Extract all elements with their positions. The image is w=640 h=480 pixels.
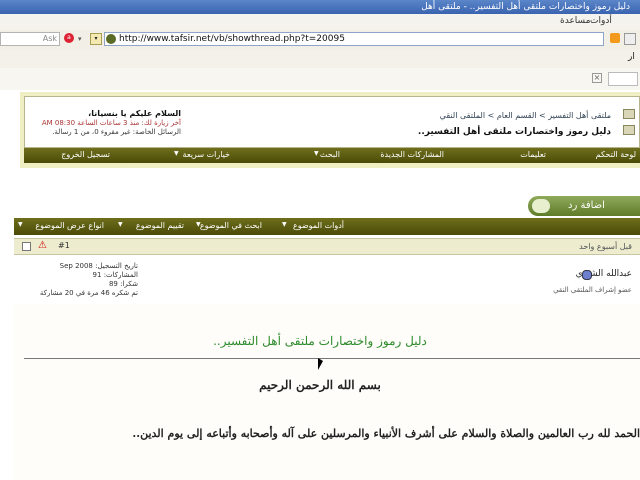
thread-tools-menu[interactable]: أدوات الموضوع — [293, 221, 344, 230]
user-stats: تاريخ التسجيل: Sep 2008 المشاركات: 91 شك… — [18, 262, 138, 298]
page-menu-icon[interactable] — [624, 33, 636, 45]
chevron-down-icon: ▼ — [314, 150, 319, 157]
links-toolbar: ار — [0, 49, 640, 69]
user-title: عضو إشراف الملتقى النقي — [553, 286, 632, 294]
search-thread-menu[interactable]: ابحث في الموضوع — [200, 221, 262, 230]
nav-quick-options[interactable]: خيارات سريعة — [183, 150, 230, 159]
tab-toolbar: × — [0, 68, 640, 91]
thread-title: دليل رموز واختصارات ملتقى أهل التفسير.. — [417, 127, 611, 137]
chevron-down-icon: ▼ — [174, 150, 179, 157]
last-visit: آخر زيارة لك: منذ 3 ساعات الساعة 08:30 A… — [41, 119, 181, 127]
post-body — [14, 304, 640, 480]
chevron-down-icon: ▼ — [118, 221, 123, 228]
join-date: تاريخ التسجيل: Sep 2008 — [59, 262, 138, 270]
reply-icon — [532, 199, 550, 213]
rate-thread-menu[interactable]: تقييم الموضوع — [136, 221, 184, 230]
nav-new-posts[interactable]: المشاركات الجديدة — [380, 150, 444, 159]
ask-search-input[interactable]: Ask — [0, 32, 60, 46]
post-count: المشاركات: 91 — [92, 271, 138, 279]
nav-logout[interactable]: تسجيل الخروج — [61, 150, 110, 159]
folder-icon — [623, 109, 635, 119]
thanked-count: تم شكره 46 مرة في 20 مشاركة — [39, 289, 138, 297]
nav-instructions[interactable]: تعليمات — [520, 150, 546, 159]
chevron-down-icon: ▼ — [282, 221, 287, 228]
select-checkbox[interactable] — [22, 242, 31, 251]
nav-search[interactable]: البحث — [320, 150, 340, 159]
nav-control-panel[interactable]: لوحة التحكم — [596, 150, 636, 159]
post-bismillah: بسم الله الرحمن الرحيم — [259, 378, 381, 392]
dropdown-icon[interactable]: ▾ — [90, 33, 102, 45]
mouse-cursor-icon — [318, 358, 323, 370]
report-icon[interactable]: ⚠ — [38, 240, 47, 251]
address-toolbar: Ask a ▾ ▾ http://www.tafsir.net/vb/showt… — [0, 30, 640, 50]
folder-open-icon — [623, 125, 635, 135]
window-title: دليل رموز واختصارات ملتقى أهل التفسير.. … — [0, 0, 640, 14]
post-paragraph: الحمد لله رب العالمين والصلاة والسلام عل… — [132, 427, 640, 440]
ask-logo-icon[interactable]: a — [64, 33, 74, 43]
chevron-down-icon: ▼ — [18, 221, 23, 228]
menu-tools[interactable]: أدوات — [590, 16, 612, 26]
thread-tools-bar: أدوات الموضوع ▼ ابحث في الموضوع ▼ تقييم … — [14, 218, 640, 235]
post-title: دليل رموز واختصارات ملتقى أهل التفسير.. — [213, 334, 427, 348]
post-date: قبل أسبوع واحد — [579, 242, 632, 251]
menu-bar: أدوات مساعدة — [0, 14, 640, 31]
rss-icon[interactable] — [610, 33, 620, 43]
close-icon[interactable]: × — [592, 73, 602, 83]
thanks-count: شكرا: 89 — [108, 280, 138, 288]
post-user-info: عبدالله الشتوي عضو إشراف الملتقى النقي ت… — [14, 256, 640, 304]
post-divider — [24, 358, 640, 359]
chevron-down-icon: ▼ — [196, 221, 201, 228]
address-input[interactable]: http://www.tafsir.net/vb/showthread.php?… — [104, 32, 604, 46]
welcome-text[interactable]: السلام عليكم يا بنسيانا، — [31, 109, 181, 118]
menu-help[interactable]: مساعدة — [560, 16, 590, 26]
post-header: ⚠ #1 قبل أسبوع واحد — [14, 238, 640, 255]
toolbar-label[interactable]: ار — [628, 52, 635, 62]
private-messages[interactable]: الرسائل الخاصة: غير مقروء 0، من 1 رسالة. — [31, 128, 181, 136]
site-favicon-icon — [106, 34, 116, 44]
post-number-icon[interactable]: #1 — [58, 241, 70, 250]
online-status-icon — [582, 270, 592, 280]
chevron-down-icon[interactable]: ▾ — [78, 35, 82, 43]
breadcrumb[interactable]: ملتقى أهل التفسير > القسم العام > الملتق… — [440, 111, 611, 120]
forum-header: ملتقى أهل التفسير > القسم العام > الملتق… — [24, 96, 640, 148]
display-modes-menu[interactable]: انواع عرض الموضوع — [35, 221, 104, 230]
tab-strip[interactable] — [608, 72, 638, 86]
forum-navbar: لوحة التحكم تعليمات المشاركات الجديدة ال… — [24, 148, 640, 163]
